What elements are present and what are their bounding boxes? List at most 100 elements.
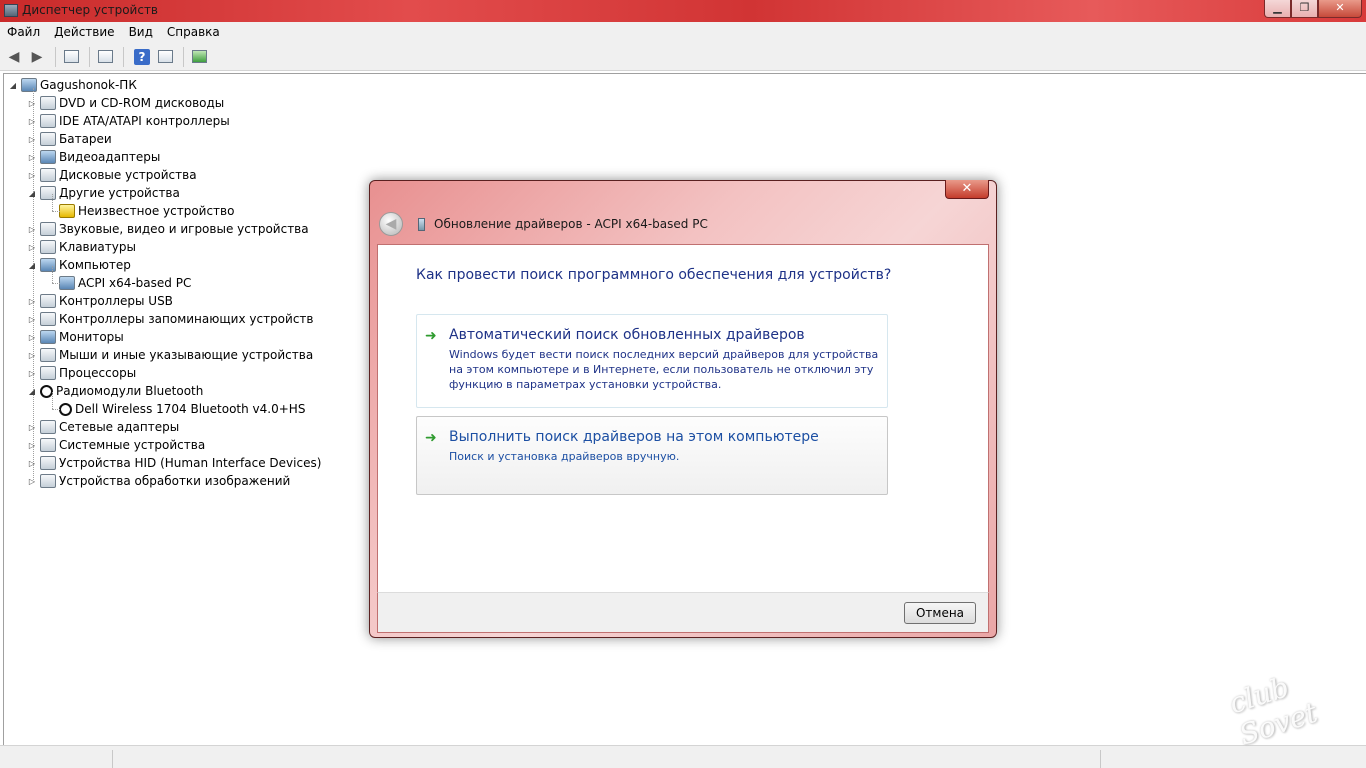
- usb-icon: [40, 294, 56, 308]
- expand-arrow-icon[interactable]: ▷: [27, 441, 37, 450]
- menu-help[interactable]: Справка: [160, 22, 227, 43]
- expand-arrow-icon[interactable]: ▷: [27, 171, 37, 180]
- status-bar: [0, 745, 1366, 768]
- scan-icon[interactable]: [155, 47, 175, 67]
- green-arrow-icon: ➜: [425, 328, 437, 344]
- menu-bar: Файл Действие Вид Справка: [0, 22, 1366, 43]
- back-icon[interactable]: ◀: [4, 47, 24, 67]
- tree-category[interactable]: ▷ Мониторы: [27, 328, 124, 346]
- properties-icon[interactable]: [61, 47, 81, 67]
- tree-item-label: ACPI x64-based PC: [78, 276, 192, 290]
- tree-item-label: Устройства обработки изображений: [59, 474, 291, 488]
- tree-item-label: Другие устройства: [59, 186, 180, 200]
- tree-item-label: Видеоадаптеры: [59, 150, 161, 164]
- expand-arrow-icon[interactable]: ▷: [27, 297, 37, 306]
- tree-item-label: Устройства HID (Human Interface Devices): [59, 456, 322, 470]
- dialog-back-button[interactable]: ◀: [379, 212, 403, 236]
- tree-category[interactable]: ▷ Клавиатуры: [27, 238, 136, 256]
- tree-item-label: Контроллеры запоминающих устройств: [59, 312, 314, 326]
- expand-arrow-icon[interactable]: ▷: [27, 225, 37, 234]
- hid-icon: [40, 456, 56, 470]
- auto-search-option[interactable]: ➜ Автоматический поиск обновленных драйв…: [416, 314, 888, 408]
- window-titlebar: Диспетчер устройств ▁ ❐ ✕: [0, 0, 1366, 22]
- tree-device[interactable]: ACPI x64-based PC: [46, 274, 191, 292]
- update-driver-icon[interactable]: [189, 47, 209, 67]
- expand-arrow-icon[interactable]: ◢: [27, 189, 37, 198]
- expand-arrow-icon[interactable]: ▷: [27, 423, 37, 432]
- help-icon[interactable]: ?: [134, 48, 150, 65]
- expand-arrow-icon[interactable]: ▷: [27, 477, 37, 486]
- tree-item-label: Радиомодули Bluetooth: [56, 384, 204, 398]
- expand-arrow-icon[interactable]: ▷: [27, 351, 37, 360]
- menu-view[interactable]: Вид: [122, 22, 160, 43]
- expand-arrow-icon[interactable]: ◢: [27, 261, 37, 270]
- tree-category[interactable]: ◢ Другие устройства: [27, 184, 180, 202]
- expand-arrow-icon[interactable]: ◢: [27, 387, 37, 396]
- tree-item-label: Неизвестное устройство: [78, 204, 235, 218]
- device-icon: [418, 218, 425, 231]
- expand-arrow-icon[interactable]: ◢: [8, 81, 18, 90]
- tree-category[interactable]: ▷ Видеоадаптеры: [27, 148, 160, 166]
- dialog-body: Как провести поиск программного обеспече…: [377, 244, 989, 593]
- tree-category[interactable]: ▷ DVD и CD-ROM дисководы: [27, 94, 224, 112]
- tree-category[interactable]: ▷ Мыши и иные указывающие устройства: [27, 346, 313, 364]
- imaging-device-icon: [40, 474, 56, 488]
- tree-item-label: Контроллеры USB: [59, 294, 173, 308]
- manual-search-option[interactable]: ➜ Выполнить поиск драйверов на этом комп…: [416, 416, 888, 495]
- tree-connector: [52, 392, 53, 409]
- tree-category[interactable]: ▷ Процессоры: [27, 364, 136, 382]
- expand-arrow-icon[interactable]: ▷: [27, 315, 37, 324]
- expand-arrow-icon[interactable]: ▷: [27, 333, 37, 342]
- battery-icon: [40, 132, 56, 146]
- view-icon[interactable]: [95, 47, 115, 67]
- dialog-close-button[interactable]: ✕: [945, 180, 989, 199]
- tree-category[interactable]: ▷ Системные устройства: [27, 436, 205, 454]
- maximize-button[interactable]: ❐: [1291, 0, 1318, 18]
- status-cell: [1100, 750, 1101, 768]
- minimize-button[interactable]: ▁: [1264, 0, 1291, 18]
- tree-connector: [52, 266, 53, 283]
- tree-item-label: Процессоры: [59, 366, 137, 380]
- tree-category[interactable]: ▷ Звуковые, видео и игровые устройства: [27, 220, 309, 238]
- forward-icon[interactable]: ▶: [27, 47, 47, 67]
- tree-category[interactable]: ▷ Контроллеры запоминающих устройств: [27, 310, 313, 328]
- window-title: Диспетчер устройств: [22, 3, 159, 17]
- green-arrow-icon: ➜: [425, 430, 437, 446]
- tree-category[interactable]: ▷ IDE ATA/ATAPI контроллеры: [27, 112, 230, 130]
- tree-category[interactable]: ◢ Компьютер: [27, 256, 131, 274]
- auto-search-title: Автоматический поиск обновленных драйвер…: [449, 327, 805, 343]
- expand-arrow-icon[interactable]: ▷: [27, 99, 37, 108]
- expand-arrow-icon[interactable]: ▷: [27, 153, 37, 162]
- tree-category[interactable]: ▷ Дисковые устройства: [27, 166, 197, 184]
- tree-item-label: DVD и CD-ROM дисководы: [59, 96, 225, 110]
- processor-icon: [40, 366, 56, 380]
- tree-category[interactable]: ▷ Устройства HID (Human Interface Devices…: [27, 454, 321, 472]
- expand-arrow-icon[interactable]: ▷: [27, 117, 37, 126]
- tree-category[interactable]: ▷ Устройства обработки изображений: [27, 472, 290, 490]
- cancel-button[interactable]: Отмена: [904, 602, 976, 624]
- dialog-footer: Отмена: [377, 592, 989, 633]
- ide-controller-icon: [40, 114, 56, 128]
- expand-arrow-icon[interactable]: ▷: [27, 369, 37, 378]
- expand-arrow-icon[interactable]: ▷: [27, 135, 37, 144]
- close-button[interactable]: ✕: [1318, 0, 1362, 18]
- tree-category[interactable]: ▷ Контроллеры USB: [27, 292, 173, 310]
- tree-device[interactable]: Неизвестное устройство: [46, 202, 234, 220]
- expand-arrow-icon[interactable]: ▷: [27, 459, 37, 468]
- tree-category[interactable]: ◢ Радиомодули Bluetooth: [27, 382, 203, 400]
- manual-search-description: Поиск и установка драйверов вручную.: [449, 450, 680, 463]
- menu-action[interactable]: Действие: [47, 22, 121, 43]
- menu-file[interactable]: Файл: [0, 22, 47, 43]
- tree-category[interactable]: ▷ Батареи: [27, 130, 112, 148]
- status-cell: [112, 750, 113, 768]
- tree-device[interactable]: Dell Wireless 1704 Bluetooth v4.0+HS: [46, 400, 305, 418]
- tree-root-computer[interactable]: ◢ Gagushonok-ПК: [8, 76, 137, 94]
- dialog-heading: Как провести поиск программного обеспече…: [416, 267, 892, 283]
- keyboard-icon: [40, 240, 56, 254]
- tree-item-label: Системные устройства: [59, 438, 206, 452]
- tree-root-label: Gagushonok-ПК: [40, 78, 137, 92]
- expand-arrow-icon[interactable]: ▷: [27, 243, 37, 252]
- tree-item-label: IDE ATA/ATAPI контроллеры: [59, 114, 230, 128]
- bluetooth-device-icon: [59, 402, 72, 416]
- tree-category[interactable]: ▷ Сетевые адаптеры: [27, 418, 179, 436]
